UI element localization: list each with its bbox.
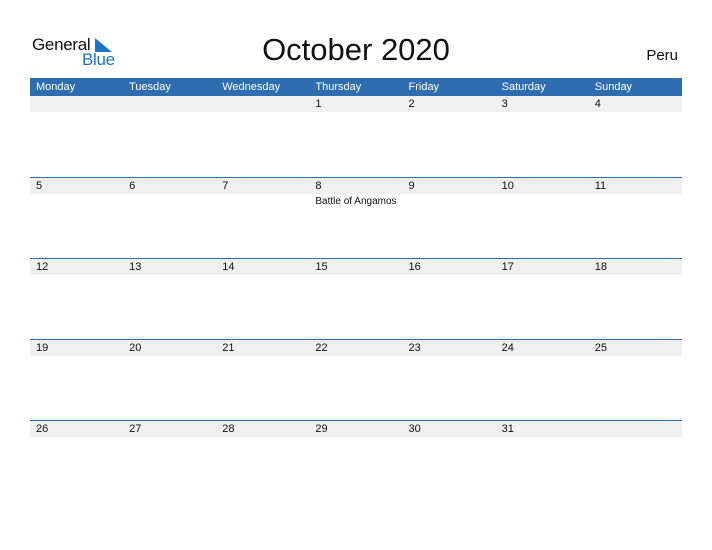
weekday-label: Thursday (315, 81, 362, 93)
day-number: 6 (129, 180, 136, 192)
day-number (589, 421, 682, 437)
events-row (30, 437, 682, 439)
holiday-event (123, 112, 216, 114)
day-number: 29 (315, 423, 328, 435)
holiday-event (123, 437, 216, 439)
holiday-event (216, 437, 309, 439)
holiday-event (216, 112, 309, 114)
day-number: 24 (501, 342, 514, 354)
day-number (123, 96, 216, 112)
events-row (30, 112, 682, 114)
day-number: 2 (408, 98, 415, 110)
holiday-event (309, 275, 402, 277)
weekday-label: Monday (36, 81, 76, 93)
week-row: 26 27 28 29 30 31 (30, 420, 682, 501)
day-number: 19 (36, 342, 49, 354)
weekday-label: Tuesday (129, 81, 171, 93)
holiday-event (589, 437, 682, 439)
day-number: 31 (501, 423, 514, 435)
week-row: 5 6 7 8 9 10 11 Battle of Angamos (30, 177, 682, 258)
holiday-event (30, 112, 123, 114)
weekday-label: Friday (408, 81, 440, 93)
day-number: 12 (36, 261, 49, 273)
day-number: 10 (501, 180, 514, 192)
events-row (30, 356, 682, 358)
holiday-event (589, 194, 682, 207)
day-number: 8 (315, 180, 322, 192)
day-number: 3 (501, 98, 508, 110)
holiday-event (123, 356, 216, 358)
day-number: 15 (315, 261, 328, 273)
day-number: 21 (222, 342, 235, 354)
day-number: 18 (594, 261, 607, 273)
week-row: 12 13 14 15 16 17 18 (30, 258, 682, 339)
holiday-event (496, 194, 589, 207)
week-row: 19 20 21 22 23 24 25 (30, 339, 682, 420)
day-number: 27 (129, 423, 142, 435)
holiday-event (216, 275, 309, 277)
date-strip: 26 27 28 29 30 31 (30, 421, 682, 437)
holiday-event: Battle of Angamos (315, 196, 397, 207)
date-strip: 12 13 14 15 16 17 18 (30, 259, 682, 275)
day-number: 23 (408, 342, 421, 354)
holiday-event (123, 275, 216, 277)
holiday-event (403, 356, 496, 358)
holiday-event (309, 112, 402, 114)
day-number: 4 (594, 98, 601, 110)
day-number: 9 (408, 180, 415, 192)
holiday-event (123, 194, 216, 207)
day-number: 11 (594, 180, 607, 192)
week-row: 1 2 3 4 (30, 96, 682, 177)
holiday-event (30, 356, 123, 358)
day-number (30, 96, 123, 112)
day-number: 17 (501, 261, 514, 273)
page-title: October 2020 (262, 32, 450, 67)
holiday-event (30, 275, 123, 277)
holiday-event (496, 275, 589, 277)
holiday-event (30, 194, 123, 207)
day-number: 22 (315, 342, 328, 354)
day-number: 16 (408, 261, 421, 273)
holiday-event (589, 275, 682, 277)
day-number: 20 (129, 342, 142, 354)
holiday-event (309, 437, 402, 439)
weekday-label: Saturday (501, 81, 546, 93)
holiday-event (496, 356, 589, 358)
holiday-event (403, 275, 496, 277)
date-strip: 1 2 3 4 (30, 96, 682, 112)
day-number: 28 (222, 423, 235, 435)
day-number: 1 (315, 98, 322, 110)
day-number: 26 (36, 423, 49, 435)
holiday-event (30, 437, 123, 439)
day-number: 14 (222, 261, 235, 273)
holiday-event (216, 194, 309, 207)
day-number: 25 (594, 342, 607, 354)
holiday-event (216, 356, 309, 358)
holiday-event (496, 437, 589, 439)
weekday-header: Monday Tuesday Wednesday Thursday Friday… (30, 78, 682, 96)
holiday-event (589, 112, 682, 114)
date-strip: 19 20 21 22 23 24 25 (30, 340, 682, 356)
day-number: 13 (129, 261, 142, 273)
weekday-label: Sunday (594, 81, 633, 93)
day-number: 7 (222, 180, 229, 192)
holiday-event (403, 194, 496, 207)
events-row (30, 275, 682, 277)
holiday-event (309, 356, 402, 358)
date-strip: 5 6 7 8 9 10 11 (30, 178, 682, 194)
calendar-grid: Monday Tuesday Wednesday Thursday Friday… (30, 78, 682, 501)
events-row: Battle of Angamos (30, 194, 682, 207)
day-number: 30 (408, 423, 421, 435)
country-label: Peru (646, 47, 678, 64)
holiday-event (403, 112, 496, 114)
holiday-event (496, 112, 589, 114)
day-number (216, 96, 309, 112)
holiday-event (403, 437, 496, 439)
day-number: 5 (36, 180, 43, 192)
weekday-label: Wednesday (222, 81, 281, 93)
holiday-event (589, 356, 682, 358)
